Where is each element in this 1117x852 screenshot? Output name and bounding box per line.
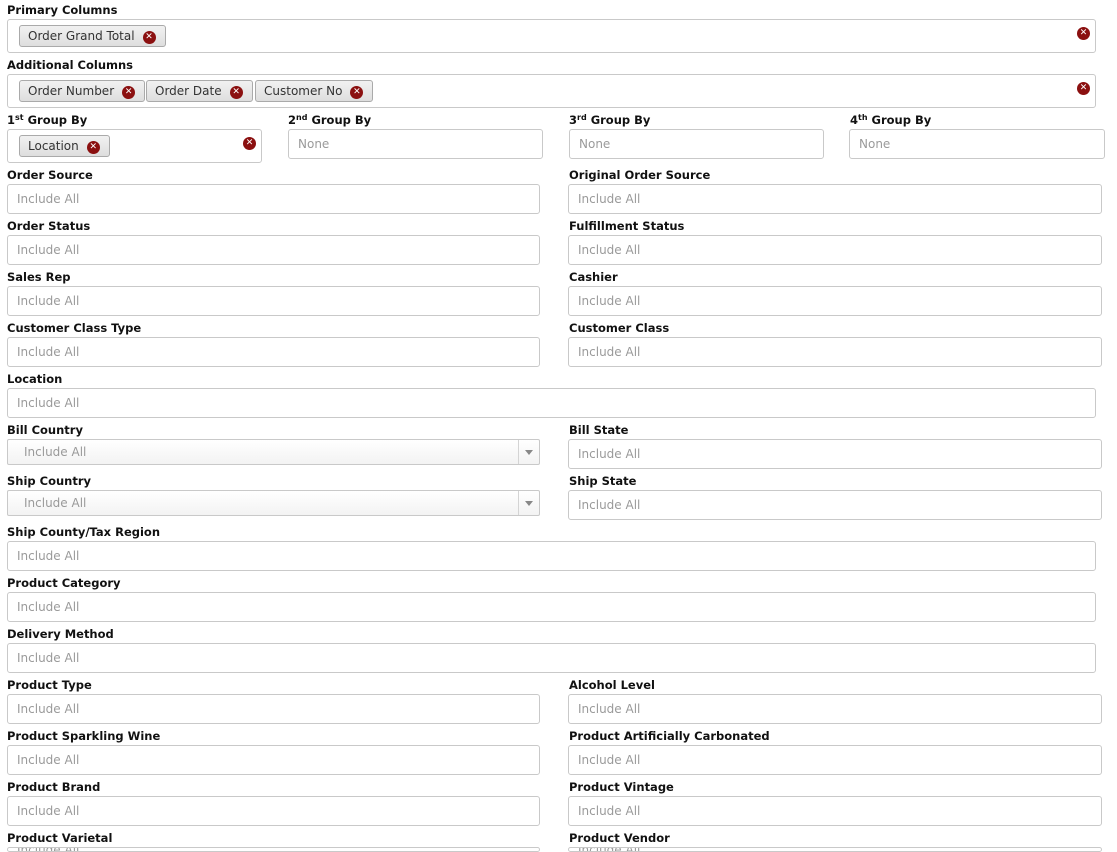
group-by-4-input[interactable] [849,129,1105,159]
original-order-source-input[interactable] [568,184,1102,214]
chevron-down-icon[interactable] [518,440,539,464]
remove-tag-icon[interactable]: ✕ [229,86,243,99]
product-brand-input[interactable] [7,796,540,826]
additional-columns-field[interactable]: Order Number ✕ Order Date ✕ Customer No … [7,74,1096,108]
cashier-label: Cashier [569,270,618,284]
tag-order-grand-total: Order Grand Total ✕ [19,25,166,47]
location-input[interactable] [7,388,1096,418]
customer-class-input[interactable] [568,337,1102,367]
product-vendor-input[interactable] [568,847,1102,852]
tag-label: Order Number [28,84,115,98]
location-label: Location [7,372,63,386]
group-by-3-input[interactable] [569,129,824,159]
order-source-label: Order Source [7,168,93,182]
chevron-down-icon[interactable] [518,491,539,515]
product-vintage-input[interactable] [568,796,1102,826]
group-by-1-label: 1st Group By [7,113,88,127]
fulfillment-status-label: Fulfillment Status [569,219,685,233]
ship-country-value: Include All [24,496,87,510]
product-brand-label: Product Brand [7,780,101,794]
alcohol-level-input[interactable] [568,694,1102,724]
bill-state-input[interactable] [568,439,1102,469]
bill-country-value: Include All [24,445,87,459]
product-vendor-label: Product Vendor [569,831,670,845]
product-artificially-carbonated-input[interactable] [568,745,1102,775]
bill-country-select[interactable]: Include All [7,439,540,465]
product-varietal-input[interactable] [7,847,540,852]
tag-label: Order Date [155,84,222,98]
customer-class-label: Customer Class [569,321,670,335]
clear-all-icon[interactable]: ✕ [1077,27,1090,40]
customer-class-type-label: Customer Class Type [7,321,142,335]
product-varietal-label: Product Varietal [7,831,113,845]
ship-country-select[interactable]: Include All [7,490,540,516]
ship-county-label: Ship County/Tax Region [7,525,161,539]
remove-tag-icon[interactable]: ✕ [122,86,136,99]
delivery-method-label: Delivery Method [7,627,114,641]
clear-all-icon[interactable]: ✕ [1077,82,1090,95]
cashier-input[interactable] [568,286,1102,316]
group-by-3-label: 3rd Group By [569,113,651,127]
ship-state-label: Ship State [569,474,637,488]
product-category-input[interactable] [7,592,1096,622]
remove-tag-icon[interactable]: ✕ [142,31,156,44]
ship-county-input[interactable] [7,541,1096,571]
bill-state-label: Bill State [569,423,629,437]
primary-columns-label: Primary Columns [7,3,118,17]
sales-rep-input[interactable] [7,286,540,316]
product-sparkling-wine-label: Product Sparkling Wine [7,729,161,743]
bill-country-label: Bill Country [7,423,83,437]
ship-country-label: Ship Country [7,474,92,488]
order-source-input[interactable] [7,184,540,214]
order-status-label: Order Status [7,219,91,233]
delivery-method-input[interactable] [7,643,1096,673]
clear-all-icon[interactable]: ✕ [243,137,256,150]
alcohol-level-label: Alcohol Level [569,678,655,692]
group-by-1-field[interactable]: Location ✕ ✕ [7,129,262,163]
remove-tag-icon[interactable]: ✕ [86,141,100,154]
primary-columns-field[interactable]: Order Grand Total ✕ ✕ [7,19,1096,53]
group-by-2-input[interactable] [288,129,543,159]
group-by-2-label: 2nd Group By [288,113,372,127]
product-sparkling-wine-input[interactable] [7,745,540,775]
customer-class-type-input[interactable] [7,337,540,367]
additional-columns-label: Additional Columns [7,58,134,72]
tag-order-date: Order Date ✕ [146,80,253,102]
fulfillment-status-input[interactable] [568,235,1102,265]
product-type-input[interactable] [7,694,540,724]
tag-label: Order Grand Total [28,29,135,43]
group-by-4-label: 4th Group By [850,113,932,127]
tag-location: Location ✕ [19,135,110,157]
sales-rep-label: Sales Rep [7,270,71,284]
product-artificially-carbonated-label: Product Artificially Carbonated [569,729,770,743]
tag-order-number: Order Number ✕ [19,80,146,102]
tag-label: Customer No [264,84,343,98]
product-vintage-label: Product Vintage [569,780,674,794]
original-order-source-label: Original Order Source [569,168,711,182]
product-type-label: Product Type [7,678,92,692]
tag-label: Location [28,139,79,153]
remove-tag-icon[interactable]: ✕ [350,86,364,99]
ship-state-input[interactable] [568,490,1102,520]
order-status-input[interactable] [7,235,540,265]
tag-customer-no: Customer No ✕ [255,80,374,102]
product-category-label: Product Category [7,576,121,590]
